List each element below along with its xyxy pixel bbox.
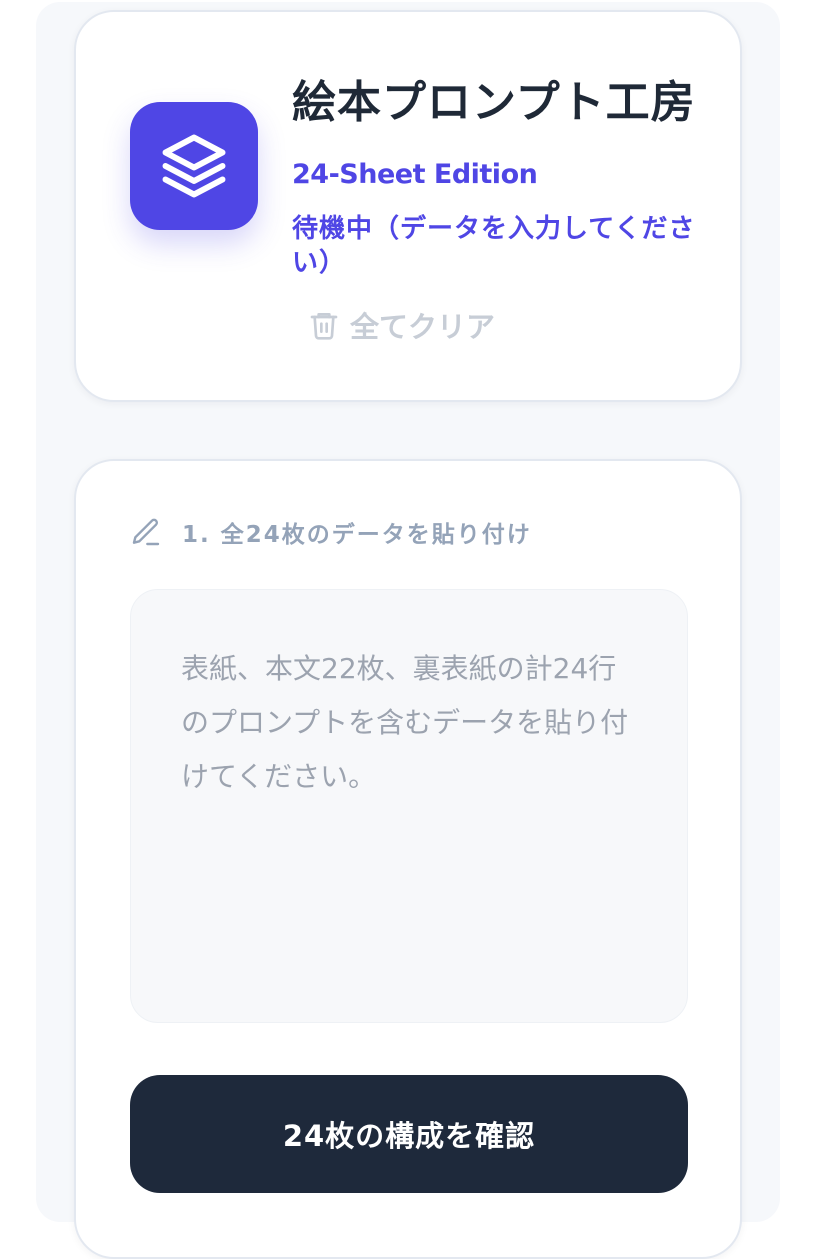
edition-badge: 24-Sheet Edition	[292, 159, 538, 190]
clear-all-button[interactable]: 全てクリア	[308, 304, 495, 346]
layers-icon	[162, 134, 226, 198]
app-title-text: 絵本プロンプト工房	[292, 77, 696, 128]
section-label-text: 1. 全24枚のデータを貼り付け	[182, 522, 532, 548]
confirm-button[interactable]: 24枚の構成を確認	[130, 1075, 688, 1193]
clear-all-label: 全てクリア	[350, 310, 496, 344]
trash-icon	[308, 308, 340, 342]
status-text: 待機中（データを入力してください）	[292, 214, 696, 278]
header-card: 絵本プロンプト工房 24-Sheet Edition 待機中（データを入力してく…	[74, 10, 742, 402]
input-card: 1. 全24枚のデータを貼り付け 24枚の構成を確認	[74, 459, 742, 1259]
app-logo	[130, 102, 258, 230]
data-input[interactable]	[130, 589, 688, 1023]
section-label: 1. 全24枚のデータを貼り付け	[130, 515, 532, 549]
title-block: 絵本プロンプト工房 24-Sheet Edition 待機中（データを入力してく…	[292, 70, 712, 280]
pencil-icon	[130, 516, 162, 548]
app-title: 絵本プロンプト工房 24-Sheet Edition	[292, 70, 712, 208]
